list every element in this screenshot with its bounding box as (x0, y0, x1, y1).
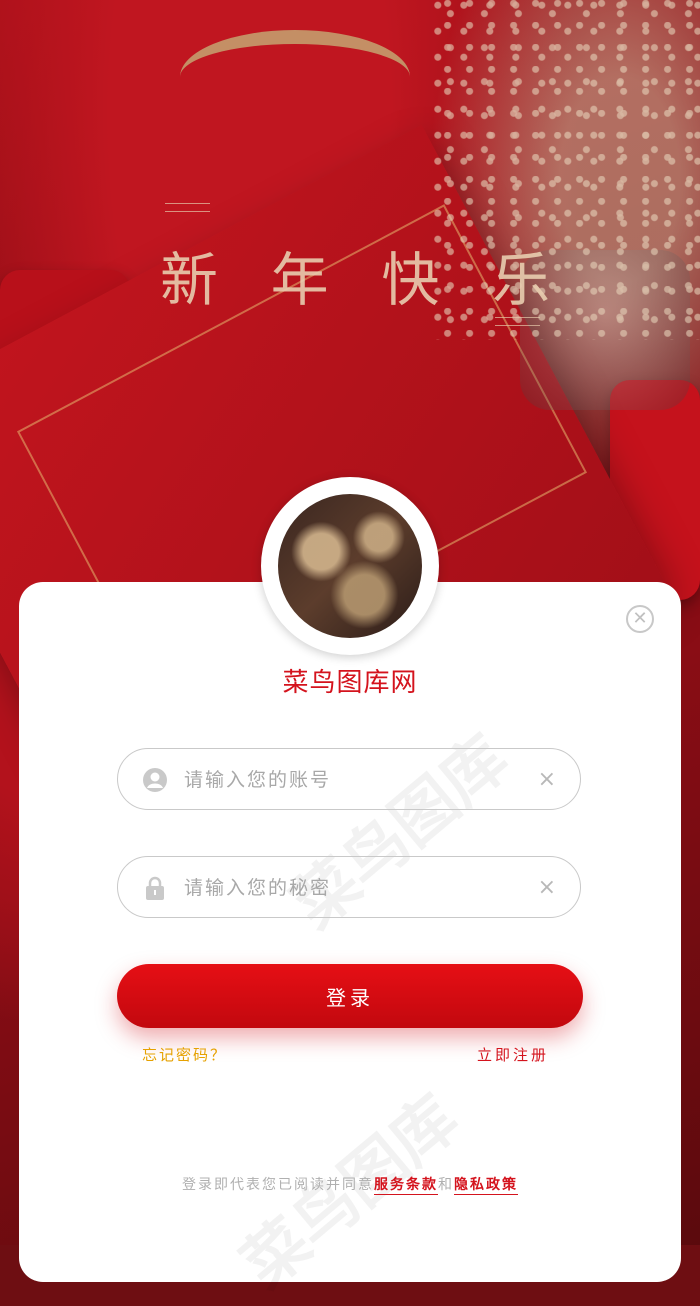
title-char: 新 (160, 246, 219, 314)
account-input[interactable]: 请输入您的账号 × (117, 748, 581, 810)
register-link[interactable]: 立即注册 (477, 1044, 549, 1065)
login-card: 菜鸟图库 菜鸟图库 ✕ 菜鸟图库网 请输入您的账号 × 请输入您的秘密 × 登录… (19, 582, 681, 1303)
service-terms-link[interactable]: 服务条款 (374, 1177, 438, 1193)
forgot-password-link[interactable]: 忘记密码？ (142, 1044, 227, 1065)
title-char: 年 (270, 246, 329, 314)
new-year-title: 新 年 快 乐 (160, 240, 550, 314)
terms-prefix: 登录即代表您已阅读并同意 (182, 1177, 374, 1193)
lock-icon (146, 876, 164, 900)
password-input[interactable]: 请输入您的秘密 × (117, 856, 581, 918)
avatar-image (278, 494, 422, 638)
privacy-policy-link[interactable]: 隐私政策 (454, 1177, 518, 1193)
clear-icon[interactable]: × (538, 749, 556, 811)
title-deco-line (495, 317, 540, 318)
terms-text: 登录即代表您已阅读并同意服务条款和隐私政策 (19, 1174, 681, 1194)
avatar[interactable] (261, 477, 439, 655)
user-icon (143, 768, 167, 792)
login-button[interactable]: 登录 (117, 964, 583, 1028)
close-icon: ✕ (632, 608, 648, 629)
title-deco-line (495, 325, 540, 326)
title-char: 乐 (491, 246, 550, 314)
close-button[interactable]: ✕ (626, 605, 654, 633)
account-placeholder: 请输入您的账号 (184, 769, 332, 791)
terms-and: 和 (438, 1177, 454, 1193)
title-deco-line (165, 211, 210, 212)
title-deco-line (165, 203, 210, 204)
brand-name: 菜鸟图库网 (282, 668, 418, 698)
background-rope (180, 30, 410, 124)
password-placeholder: 请输入您的秘密 (184, 877, 332, 899)
clear-icon[interactable]: × (538, 857, 556, 919)
title-char: 快 (381, 246, 440, 314)
